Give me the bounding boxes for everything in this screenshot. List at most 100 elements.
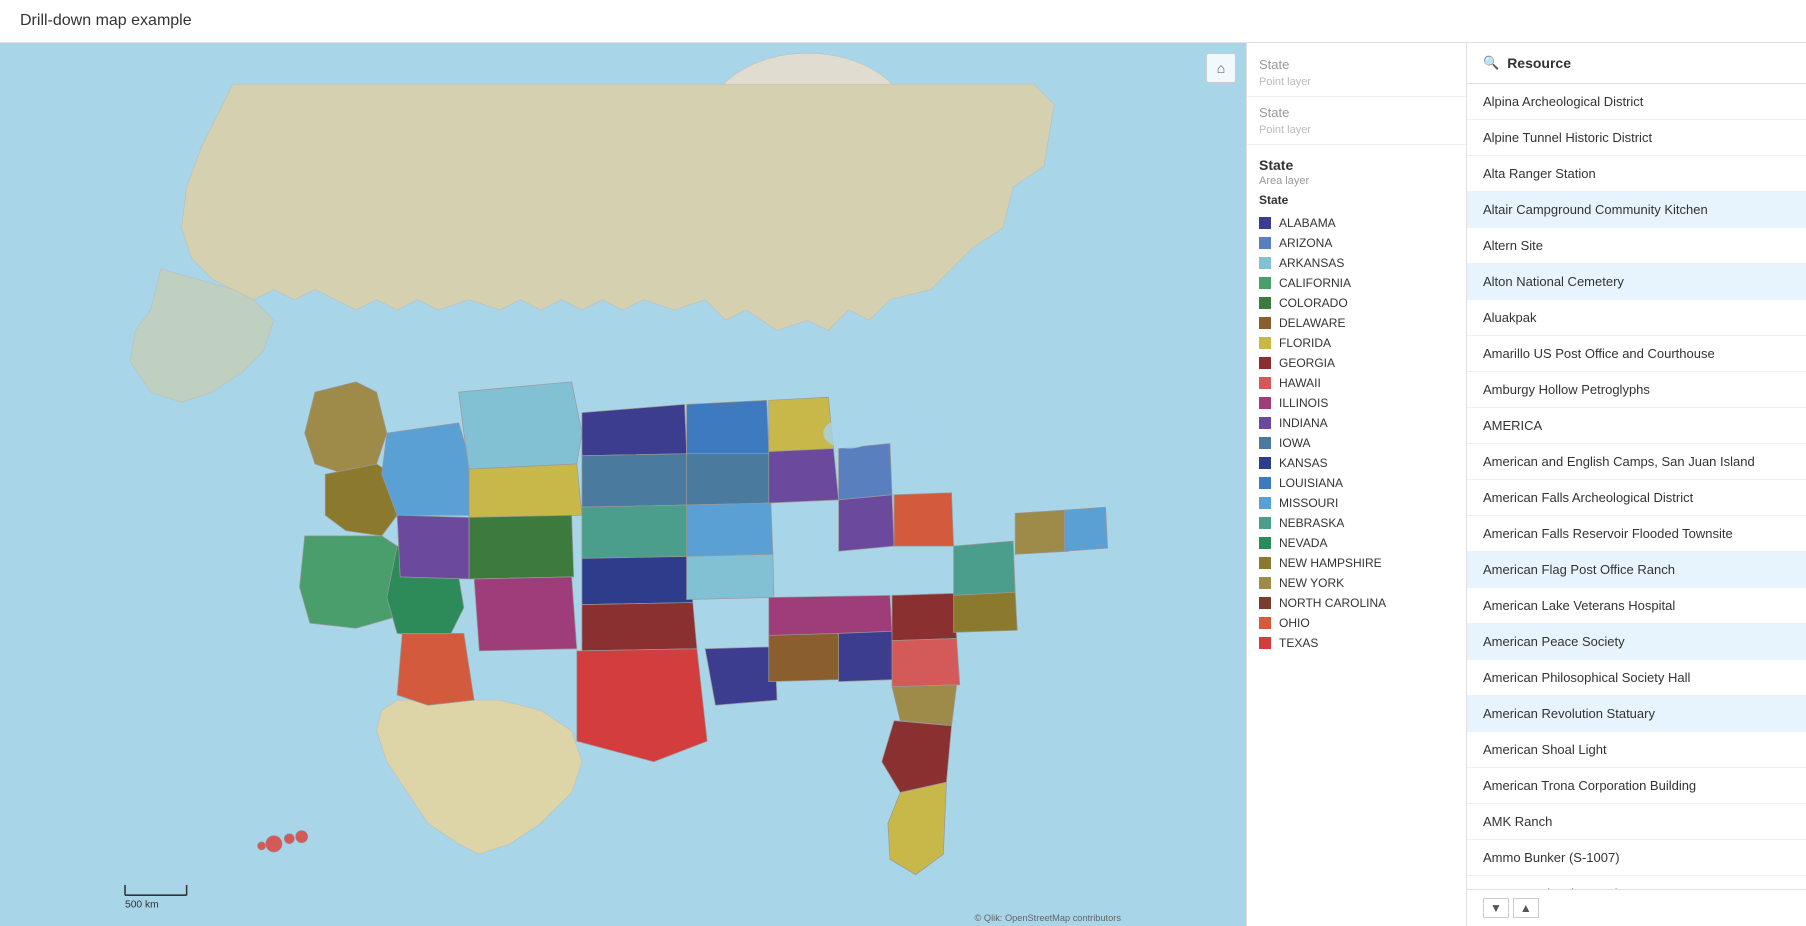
- resource-list-item[interactable]: Alpine Tunnel Historic District: [1467, 120, 1806, 156]
- legend-item-label: NEVADA: [1279, 536, 1327, 550]
- resource-list-item[interactable]: AMK Ranch: [1467, 804, 1806, 840]
- legend-item[interactable]: INDIANA: [1247, 413, 1466, 433]
- legend-item[interactable]: CALIFORNIA: [1247, 273, 1466, 293]
- legend-item-label: NEW YORK: [1279, 576, 1344, 590]
- state-montana[interactable]: [459, 382, 582, 469]
- legend-item[interactable]: KANSAS: [1247, 453, 1466, 473]
- legend-color: [1259, 597, 1271, 609]
- resource-list-item[interactable]: American Trona Corporation Building: [1467, 768, 1806, 804]
- state-tennessee[interactable]: [769, 595, 892, 635]
- state-alabama[interactable]: [839, 631, 894, 681]
- page-title: Drill-down map example: [0, 0, 1806, 43]
- state-north-carolina[interactable]: [892, 639, 960, 687]
- state-colorado[interactable]: [469, 515, 574, 579]
- resource-list-item[interactable]: Alta Ranger Station: [1467, 156, 1806, 192]
- resource-list-item[interactable]: Amburgy Hollow Petroglyphs: [1467, 372, 1806, 408]
- resource-panel[interactable]: 🔍 Resource Alpina Archeological District…: [1467, 43, 1806, 926]
- legend-item[interactable]: MISSOURI: [1247, 493, 1466, 513]
- state-oklahoma[interactable]: [582, 603, 697, 651]
- state-south-dakota[interactable]: [582, 454, 689, 507]
- legend-item[interactable]: IOWA: [1247, 433, 1466, 453]
- legend-item[interactable]: HAWAII: [1247, 373, 1466, 393]
- legend-color: [1259, 377, 1271, 389]
- legend-color: [1259, 297, 1271, 309]
- scroll-up-button[interactable]: ▲: [1513, 898, 1539, 918]
- legend-item[interactable]: NEBRASKA: [1247, 513, 1466, 533]
- legend-item[interactable]: ALABAMA: [1247, 213, 1466, 233]
- state-north-dakota[interactable]: [582, 404, 687, 455]
- resource-list-item[interactable]: AMERICA: [1467, 408, 1806, 444]
- legend-item[interactable]: ARIZONA: [1247, 233, 1466, 253]
- resource-list-item[interactable]: American Flag Post Office Ranch: [1467, 552, 1806, 588]
- resource-list-item[interactable]: American Lake Veterans Hospital: [1467, 588, 1806, 624]
- state-kansas[interactable]: [582, 556, 693, 604]
- state-idaho[interactable]: [382, 423, 474, 515]
- resource-list-item[interactable]: American Revolution Statuary: [1467, 696, 1806, 732]
- legend-color: [1259, 477, 1271, 489]
- state-ohio[interactable]: [894, 493, 954, 546]
- legend-item-label: INDIANA: [1279, 416, 1328, 430]
- resource-list-item[interactable]: Aluakpak: [1467, 300, 1806, 336]
- state-louisiana[interactable]: [705, 647, 777, 706]
- legend-item[interactable]: OHIO: [1247, 613, 1466, 633]
- resource-list-item[interactable]: Alton National Cemetery: [1467, 264, 1806, 300]
- legend-item[interactable]: LOUISIANA: [1247, 473, 1466, 493]
- legend-color: [1259, 257, 1271, 269]
- resource-list-item[interactable]: American and English Camps, San Juan Isl…: [1467, 444, 1806, 480]
- state-nebraska[interactable]: [582, 505, 691, 558]
- state-utah[interactable]: [397, 515, 469, 579]
- state-south-carolina[interactable]: [892, 685, 957, 726]
- legend-item[interactable]: GEORGIA: [1247, 353, 1466, 373]
- legend-item[interactable]: NEW HAMPSHIRE: [1247, 553, 1466, 573]
- resource-list-item[interactable]: American Falls Reservoir Flooded Townsit…: [1467, 516, 1806, 552]
- state-arkansas[interactable]: [687, 554, 774, 599]
- state-minnesota[interactable]: [687, 400, 769, 453]
- state-arizona[interactable]: [397, 633, 474, 705]
- legend-item[interactable]: NEW YORK: [1247, 573, 1466, 593]
- state-wyoming[interactable]: [469, 464, 582, 517]
- legend-item[interactable]: FLORIDA: [1247, 333, 1466, 353]
- state-michigan[interactable]: [839, 443, 892, 499]
- state-missouri[interactable]: [687, 503, 773, 556]
- state-new-mexico[interactable]: [474, 577, 577, 651]
- resource-list-item[interactable]: Amarillo US Post Office and Courthouse: [1467, 336, 1806, 372]
- resource-list-item[interactable]: American Philosophical Society Hall: [1467, 660, 1806, 696]
- legend-item-label: DELAWARE: [1279, 316, 1345, 330]
- map-container[interactable]: 500 km © Qlik: OpenStreetMap contributor…: [0, 43, 1246, 926]
- resource-list-item[interactable]: Altair Campground Community Kitchen: [1467, 192, 1806, 228]
- legend-item[interactable]: ILLINOIS: [1247, 393, 1466, 413]
- state-kentucky[interactable]: [892, 593, 957, 640]
- legend-item[interactable]: NEVADA: [1247, 533, 1466, 553]
- state-wisconsin[interactable]: [769, 397, 834, 451]
- state-california[interactable]: [300, 536, 398, 628]
- state-illinois[interactable]: [769, 449, 839, 503]
- state-washington[interactable]: [305, 382, 387, 474]
- state-iowa[interactable]: [687, 454, 771, 505]
- legend-item[interactable]: ARKANSAS: [1247, 253, 1466, 273]
- resource-list-item[interactable]: Altern Site: [1467, 228, 1806, 264]
- state-new-england[interactable]: [1065, 507, 1108, 551]
- resource-list-item[interactable]: Ammo Bunker (S-1007): [1467, 840, 1806, 876]
- legend-item[interactable]: DELAWARE: [1247, 313, 1466, 333]
- state-new-york[interactable]: [1015, 510, 1068, 554]
- resource-list-item[interactable]: Alpina Archeological District: [1467, 84, 1806, 120]
- scroll-down-button[interactable]: ▼: [1483, 898, 1509, 918]
- legend-item[interactable]: NORTH CAROLINA: [1247, 593, 1466, 613]
- state-texas[interactable]: [577, 649, 707, 762]
- legend-item[interactable]: COLORADO: [1247, 293, 1466, 313]
- home-icon: ⌂: [1217, 60, 1225, 76]
- state-indiana[interactable]: [839, 495, 894, 551]
- legend-item[interactable]: TEXAS: [1247, 633, 1466, 653]
- legend-item-label: MISSOURI: [1279, 496, 1338, 510]
- state-mississippi[interactable]: [769, 633, 841, 681]
- legend-item-label: CALIFORNIA: [1279, 276, 1351, 290]
- map-home-button[interactable]: ⌂: [1206, 53, 1236, 83]
- resource-list-item[interactable]: American Shoal Light: [1467, 732, 1806, 768]
- state-virginia[interactable]: [954, 592, 1018, 632]
- state-pennsylvania[interactable]: [954, 541, 1016, 595]
- resource-list-item[interactable]: American Peace Society: [1467, 624, 1806, 660]
- right-panel: State Point layer State Point layer Stat…: [1246, 43, 1806, 926]
- scale-label: 500 km: [125, 900, 159, 911]
- legend-item-label: ILLINOIS: [1279, 396, 1328, 410]
- resource-list-item[interactable]: American Falls Archeological District: [1467, 480, 1806, 516]
